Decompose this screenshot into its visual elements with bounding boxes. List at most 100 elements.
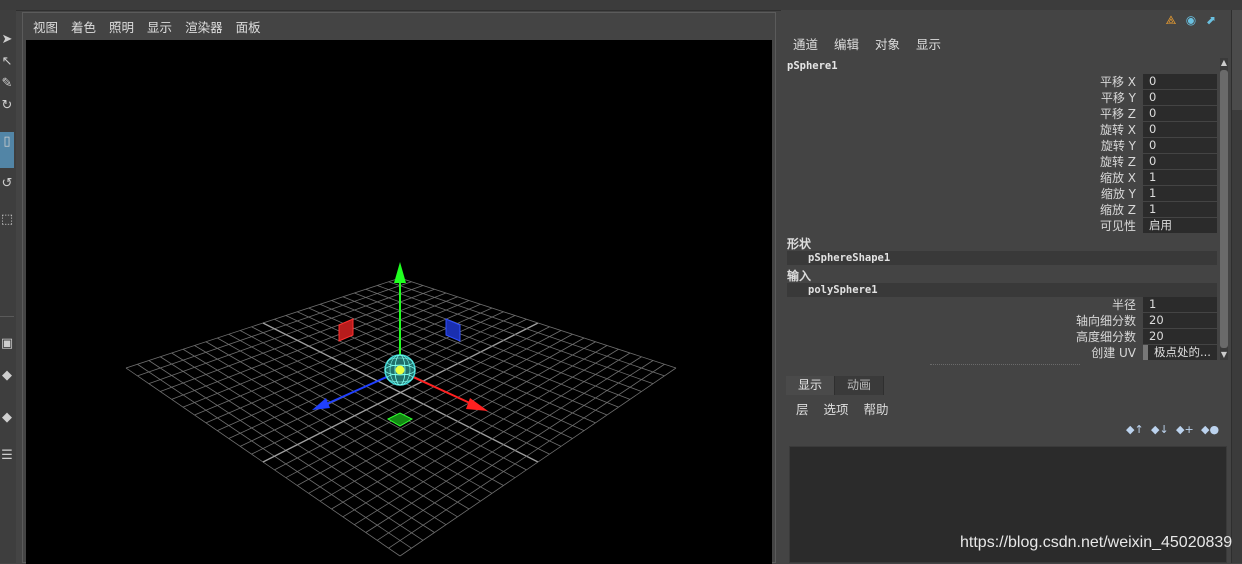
attr-row-translate-y[interactable]: 平移 Y 0: [781, 90, 1217, 106]
new-layer-from-selected-icon[interactable]: ◆●: [1201, 423, 1219, 437]
attr-value-field[interactable]: 0: [1143, 122, 1217, 137]
lasso-select-icon[interactable]: ↖: [0, 52, 14, 72]
attr-value-field[interactable]: 0: [1143, 154, 1217, 169]
outliner-layout-icon[interactable]: ☰: [0, 446, 14, 466]
layout-split-icon[interactable]: ◆: [0, 366, 14, 386]
tab-display[interactable]: 显示: [786, 376, 836, 395]
menu-lighting[interactable]: 照明: [109, 17, 134, 36]
psphere1-mesh[interactable]: [384, 354, 416, 386]
select-arrow-icon[interactable]: ➤: [0, 30, 14, 50]
marquee-icon[interactable]: ⬚: [0, 210, 14, 240]
grid-line: [319, 341, 596, 502]
viewport-menu-bar: 视图 着色 照明 显示 渲染器 面板: [23, 13, 775, 39]
attr-row-subdivisions-axis[interactable]: 轴向细分数 20: [781, 313, 1217, 329]
attr-row-rotate-x[interactable]: 旋转 X 0: [781, 122, 1217, 138]
grid-line: [331, 345, 608, 510]
tool-settings-icon[interactable]: ◉: [1183, 12, 1199, 28]
menu-show[interactable]: 显示: [916, 34, 941, 53]
attr-value-dropdown[interactable]: 极点处的...: [1143, 345, 1217, 360]
attr-value-field[interactable]: 1: [1143, 170, 1217, 185]
attr-label: 高度细分数: [1075, 330, 1136, 344]
menu-help[interactable]: 帮助: [864, 399, 889, 418]
panel-splitter[interactable]: [930, 364, 1080, 367]
viewport-panel: 视图 着色 照明 显示 渲染器 面板: [22, 12, 776, 564]
attr-value-field[interactable]: 1: [1143, 202, 1217, 217]
channel-box-scrollbar[interactable]: ▲ ▼: [1220, 58, 1228, 360]
grid-line: [388, 363, 665, 549]
attr-row-scale-z[interactable]: 缩放 Z 1: [781, 202, 1217, 218]
attr-row-subdivisions-height[interactable]: 高度细分数 20: [781, 329, 1217, 345]
scale-tool-icon[interactable]: ▯: [0, 132, 14, 168]
menu-panels[interactable]: 面板: [236, 17, 261, 36]
attr-row-radius[interactable]: 半径 1: [781, 297, 1217, 313]
attr-label: 缩放 Z: [1099, 203, 1136, 217]
node-name[interactable]: pSphere1: [787, 60, 838, 72]
attr-value-field[interactable]: 0: [1143, 90, 1217, 105]
attr-value-field[interactable]: 0: [1143, 74, 1217, 89]
attr-row-translate-z[interactable]: 平移 Z 0: [781, 106, 1217, 122]
menu-show[interactable]: 显示: [147, 17, 172, 36]
attr-row-create-uvs[interactable]: 创建 UV 极点处的...: [781, 345, 1217, 361]
input-node[interactable]: polySphere1: [787, 283, 1217, 297]
attr-label: 缩放 Y: [1100, 187, 1136, 201]
attr-row-scale-x[interactable]: 缩放 X 1: [781, 170, 1217, 186]
menu-shading[interactable]: 着色: [71, 17, 96, 36]
scroll-up-icon[interactable]: ▲: [1220, 58, 1228, 68]
attr-value-field[interactable]: 1: [1143, 186, 1217, 201]
menu-edit[interactable]: 编辑: [834, 34, 859, 53]
shape-node[interactable]: pSphereShape1: [787, 251, 1217, 265]
attr-label: 缩放 X: [1099, 171, 1136, 185]
attr-value-field[interactable]: 启用: [1143, 218, 1217, 233]
attr-row-rotate-y[interactable]: 旋转 Y 0: [781, 138, 1217, 154]
attr-value-field[interactable]: 0: [1143, 106, 1217, 121]
new-layer-icon[interactable]: ◆+: [1176, 423, 1194, 437]
tab-animation[interactable]: 动画: [835, 376, 885, 395]
side-tab-modeling-toolkit[interactable]: [1232, 120, 1242, 210]
menu-renderer[interactable]: 渲染器: [185, 17, 223, 36]
attr-label: 平移 Y: [1100, 91, 1136, 105]
attr-value-field[interactable]: 0: [1143, 138, 1217, 153]
attr-value-field[interactable]: 20: [1143, 313, 1217, 328]
attr-row-rotate-z[interactable]: 旋转 Z 0: [781, 154, 1217, 170]
channel-box: ⟁ ◉ ⬈ 通道 编辑 对象 显示 pSphere1 平移 X 0 平移 Y 0…: [781, 10, 1231, 375]
scroll-down-icon[interactable]: ▼: [1220, 350, 1228, 360]
attr-row-scale-y[interactable]: 缩放 Y 1: [781, 186, 1217, 202]
menu-layers[interactable]: 层: [796, 399, 809, 418]
move-tool-icon[interactable]: ↻: [0, 96, 14, 116]
manipulator-y-arrow-icon[interactable]: [394, 262, 406, 283]
attr-label: 轴向细分数: [1075, 314, 1136, 328]
paint-select-icon[interactable]: ✎: [0, 74, 14, 94]
side-tab-channel-box[interactable]: [1232, 10, 1242, 110]
attr-row-translate-x[interactable]: 平移 X 0: [781, 74, 1217, 90]
attr-row-visibility[interactable]: 可见性 启用: [781, 218, 1217, 234]
channel-box-toggle-icon[interactable]: ⬈: [1203, 12, 1219, 28]
menu-options[interactable]: 选项: [824, 399, 849, 418]
attr-label: 半径: [1111, 298, 1136, 312]
menu-view[interactable]: 视图: [33, 17, 58, 36]
grid-line: [297, 333, 573, 486]
attr-label: 可见性: [1099, 219, 1136, 233]
attr-label: 旋转 Y: [1100, 139, 1136, 153]
move-layer-up-icon[interactable]: ◆↑: [1126, 423, 1144, 437]
manipulator-center-icon[interactable]: [395, 365, 405, 375]
attr-label: 平移 Z: [1099, 107, 1136, 121]
channel-box-menu-bar: 通道 编辑 对象 显示: [785, 34, 949, 53]
layout-single-icon[interactable]: ▣: [0, 334, 14, 354]
grid-line: [308, 337, 585, 494]
attr-value-field[interactable]: 20: [1143, 329, 1217, 344]
grid-line: [331, 300, 608, 416]
manipulator-x-arrow-icon[interactable]: [466, 398, 488, 411]
grid-line: [377, 285, 654, 385]
rotate-tool-icon[interactable]: ↺: [0, 174, 14, 194]
layout-quad-icon[interactable]: ◆: [0, 408, 14, 428]
scrollbar-thumb[interactable]: [1220, 70, 1228, 348]
move-layer-down-icon[interactable]: ◆↓: [1151, 423, 1169, 437]
attribute-editor-icon[interactable]: ⟁: [1163, 12, 1179, 28]
viewport-canvas[interactable]: [26, 40, 772, 564]
side-tab-attribute-editor[interactable]: [1232, 220, 1242, 280]
grid-line: [342, 348, 619, 518]
attr-value-field[interactable]: 1: [1143, 297, 1217, 312]
menu-object[interactable]: 对象: [875, 34, 900, 53]
grid-line: [376, 360, 654, 541]
menu-channels[interactable]: 通道: [793, 34, 818, 53]
